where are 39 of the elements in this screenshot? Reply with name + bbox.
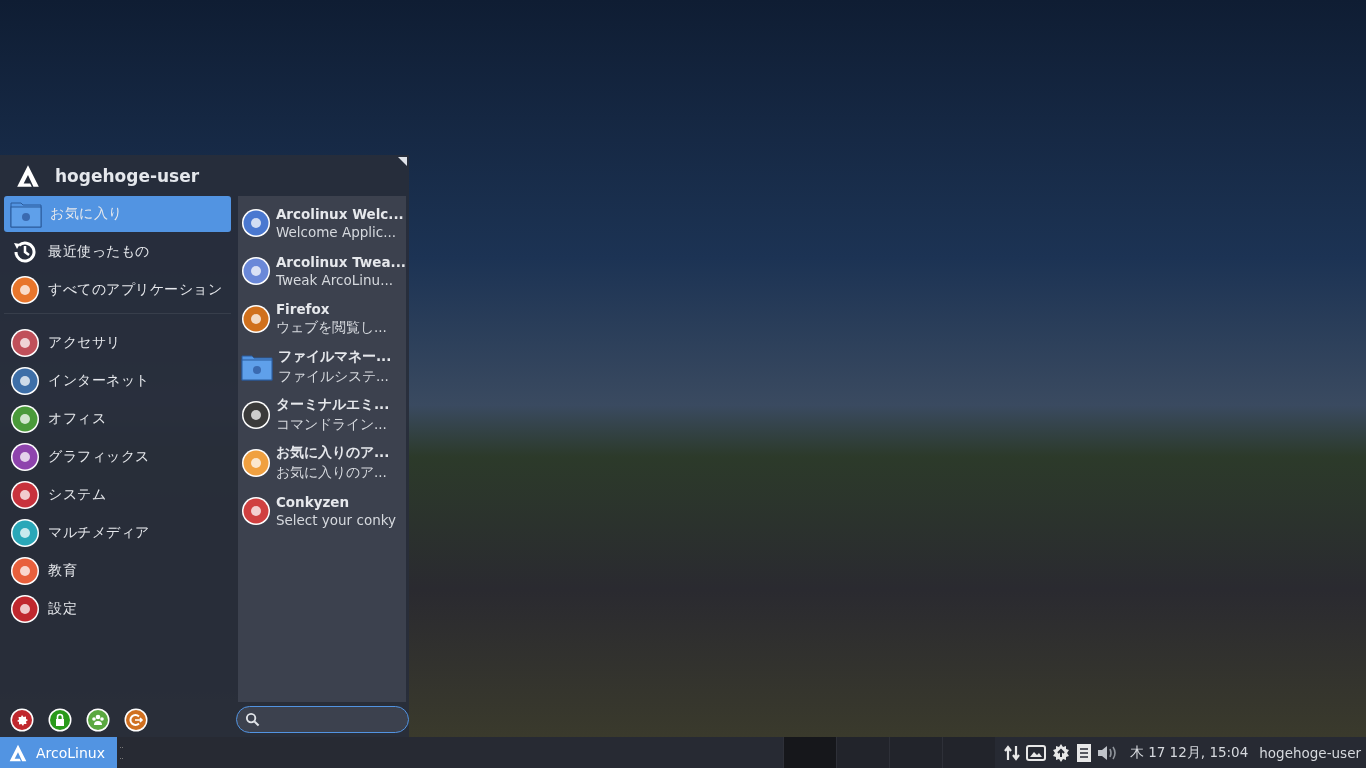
settings-icon[interactable] [10,707,34,732]
category-item[interactable]: オフィス [4,400,231,438]
app-description: お気に入りのア... [275,464,388,482]
category-item[interactable]: 教育 [4,552,231,590]
category-item[interactable]: マルチメディア [4,514,231,552]
app-description: コマンドライン... [275,416,388,434]
update-icon[interactable] [1050,742,1071,763]
category-item[interactable]: 設定 [4,590,231,628]
app-description: Welcome Applic... [275,224,398,240]
clipboard-icon[interactable] [1075,742,1092,763]
app-description: ファイルシステ... [277,368,390,386]
app-name[interactable]: お気に入りのア... [275,444,390,462]
search-icon [245,712,260,727]
clock[interactable]: 木 17 12月, 15:04 [1129,743,1249,762]
app-name[interactable]: Firefox [275,301,387,317]
category-item[interactable]: すべてのアプリケーション [4,271,231,309]
users-icon[interactable] [86,707,110,732]
category-item[interactable]: 最近使ったもの [4,233,231,271]
logout-icon[interactable] [124,707,148,732]
app-description: Tweak ArcoLinu... [275,272,395,288]
category-item[interactable]: アクセサリ [4,324,231,362]
category-item[interactable]: グラフィックス [4,438,231,476]
image-icon[interactable] [1025,743,1046,762]
category-item[interactable]: システム [4,476,231,514]
app-name[interactable]: Arcolinux Twea... [275,254,406,270]
category-item[interactable]: インターネット [4,362,231,400]
app-name[interactable]: ターミナルエミ... [275,396,390,414]
network-icon[interactable] [1002,743,1021,762]
app-name[interactable]: Conkyzen [275,494,397,510]
app-name[interactable]: ファイルマネー... [277,348,392,366]
app-name[interactable]: Arcolinux Welc... [275,206,404,222]
user-name[interactable]: hogehoge-user [1259,744,1361,761]
lock-icon[interactable] [48,707,72,732]
search-field[interactable] [236,706,409,733]
volume-icon[interactable] [1096,743,1119,762]
app-description: ウェブを閲覧し... [275,319,387,337]
resize-corner-icon[interactable] [398,157,407,166]
app-description: Select your conky [275,512,397,528]
user-name: hogehoge-user [55,165,200,186]
